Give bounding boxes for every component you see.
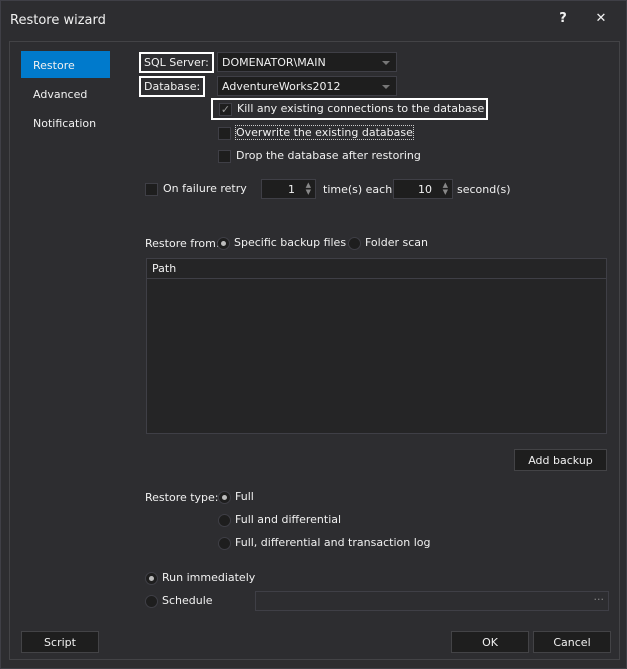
- backup-files-grid[interactable]: Path: [146, 258, 607, 434]
- radio-icon: [218, 536, 231, 550]
- radio-label: Schedule: [162, 594, 213, 607]
- cancel-button[interactable]: Cancel: [533, 631, 611, 653]
- ok-button[interactable]: OK: [451, 631, 529, 653]
- retry-seconds-spinner[interactable]: 10 ▲ ▼: [393, 179, 453, 199]
- database-combo[interactable]: AdventureWorks2012: [217, 76, 397, 96]
- retry-label: On failure retry: [163, 182, 247, 195]
- radio-full-differential-log[interactable]: Full, differential and transaction log: [218, 536, 430, 550]
- radio-specific-backup-files[interactable]: Specific backup files: [217, 236, 346, 250]
- ellipsis-button[interactable]: ···: [594, 593, 605, 606]
- times-each-label: time(s) each: [323, 183, 393, 196]
- database-label: Database:: [139, 76, 206, 97]
- retry-checkbox[interactable]: On failure retry: [145, 182, 247, 196]
- kill-connections-label: Kill any existing connections to the dat…: [237, 102, 485, 115]
- checkbox-icon: [218, 126, 231, 140]
- spin-arrows-icon[interactable]: ▲ ▼: [306, 182, 311, 196]
- radio-full[interactable]: Full: [218, 490, 254, 504]
- radio-label: Full: [235, 490, 254, 503]
- drop-after-label: Drop the database after restoring: [236, 149, 421, 162]
- restore-from-label: Restore from:: [145, 237, 220, 250]
- radio-label: Full and differential: [235, 513, 342, 526]
- chevron-down-icon: [382, 85, 390, 89]
- radio-icon: [348, 236, 361, 250]
- radio-icon: [217, 236, 230, 250]
- sql-server-value: DOMENATOR\MAIN: [222, 56, 326, 69]
- retry-count-value: 1: [288, 183, 295, 196]
- drop-after-checkbox[interactable]: Drop the database after restoring: [218, 149, 421, 163]
- window-title: Restore wizard: [10, 13, 106, 28]
- radio-run-immediately[interactable]: Run immediately: [145, 571, 255, 585]
- radio-full-differential[interactable]: Full and differential: [218, 513, 341, 527]
- radio-schedule[interactable]: Schedule: [145, 594, 213, 608]
- spin-arrows-icon[interactable]: ▲ ▼: [443, 182, 448, 196]
- radio-icon: [145, 594, 158, 608]
- restore-type-label: Restore type:: [145, 491, 219, 504]
- checkmark-icon: ✓: [219, 102, 232, 116]
- seconds-label: second(s): [457, 183, 511, 196]
- checkbox-icon: [145, 182, 158, 196]
- restore-wizard-window: Restore wizard ? ✕ Restore Advanced Noti…: [0, 0, 627, 669]
- checkbox-icon: [218, 149, 231, 163]
- overwrite-label: Overwrite the existing database: [235, 125, 414, 140]
- radio-label: Full, differential and transaction log: [235, 536, 431, 549]
- sidebar-item-restore[interactable]: Restore: [21, 51, 110, 78]
- kill-connections-checkbox[interactable]: ✓ Kill any existing connections to the da…: [211, 98, 489, 120]
- add-backup-button[interactable]: Add backup: [514, 449, 607, 471]
- chevron-down-icon: [382, 61, 390, 65]
- retry-count-spinner[interactable]: 1 ▲ ▼: [261, 179, 316, 199]
- help-button[interactable]: ?: [553, 11, 573, 26]
- retry-seconds-value: 10: [418, 183, 432, 196]
- radio-folder-scan[interactable]: Folder scan: [348, 236, 428, 250]
- sidebar-item-notification[interactable]: Notification: [21, 109, 110, 136]
- sidebar-item-advanced[interactable]: Advanced: [21, 80, 110, 107]
- radio-icon: [218, 513, 231, 527]
- path-column-header[interactable]: Path: [147, 259, 606, 279]
- database-value: AdventureWorks2012: [222, 80, 341, 93]
- radio-icon: [218, 490, 231, 504]
- close-button[interactable]: ✕: [591, 11, 611, 26]
- radio-label: Run immediately: [162, 571, 256, 584]
- radio-label: Folder scan: [365, 236, 428, 249]
- radio-label: Specific backup files: [234, 236, 347, 249]
- script-button[interactable]: Script: [21, 631, 99, 653]
- schedule-input[interactable]: ···: [255, 591, 609, 611]
- sql-server-label: SQL Server:: [139, 52, 214, 73]
- overwrite-checkbox[interactable]: Overwrite the existing database: [218, 125, 414, 140]
- sql-server-combo[interactable]: DOMENATOR\MAIN: [217, 52, 397, 72]
- radio-icon: [145, 571, 158, 585]
